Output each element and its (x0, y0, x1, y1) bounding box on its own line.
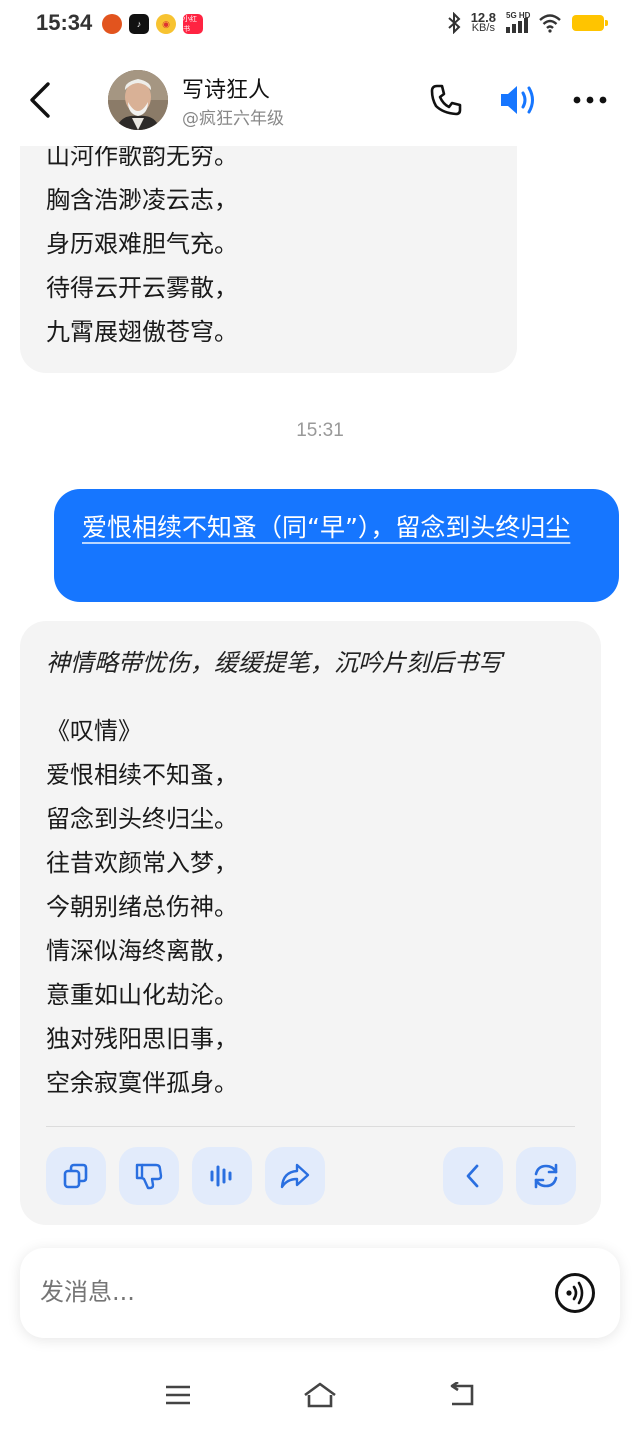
poem-line: 意重如山化劫沦。 (46, 981, 238, 1009)
status-right: 12.8 KB/s 5G HD (447, 11, 608, 34)
user-message-text: 爱恨相续不知蚤（同“早”），留念到头终归尘 (82, 513, 571, 542)
share-button[interactable] (265, 1147, 325, 1205)
weibo-icon: ◉ (156, 14, 176, 34)
previous-answer-button[interactable] (443, 1147, 503, 1205)
message-input[interactable] (40, 1278, 520, 1306)
poem-line: 九霄展翅傲苍穹。 (46, 318, 238, 346)
xiaohongshu-icon: 小红书 (183, 14, 203, 34)
net-speed: 12.8 KB/s (471, 11, 496, 34)
regenerate-button[interactable] (516, 1147, 576, 1205)
tiktok-icon: ♪ (129, 14, 149, 34)
action-divider (46, 1126, 575, 1127)
poem-line: 空余寂寞伴孤身。 (46, 1069, 238, 1097)
poem-line: 往昔欢颜常入梦， (46, 849, 238, 877)
bot-action-note: 神情略带忧伤，缓缓提笔，沉吟片刻后书写 (46, 649, 502, 677)
voice-icon (555, 1273, 595, 1313)
status-time: 15:34 (36, 10, 93, 35)
speaker-icon (501, 86, 534, 114)
voice-input-button[interactable] (554, 1272, 596, 1314)
message-timestamp: 15:31 (296, 420, 344, 441)
more-button[interactable] (570, 80, 610, 120)
bot-message-previous: 山河作歌韵无穷。 胸含浩渺凌云志， 身历艰难胆气充。 待得云开云雾散， 九霄展翅… (20, 146, 517, 373)
thumbs-down-icon (135, 1163, 163, 1190)
poem-line: 独对残阳思旧事， (46, 1025, 238, 1053)
poem-line: 待得云开云雾散， (46, 274, 238, 302)
message-composer (20, 1248, 620, 1338)
call-button[interactable] (426, 80, 466, 120)
chat-area[interactable]: 山河作歌韵无穷。 胸含浩渺凌云志， 身历艰难胆气充。 待得云开云雾散， 九霄展翅… (0, 146, 640, 1246)
chat-handle: @疯狂六年级 (182, 109, 284, 129)
back-button[interactable] (26, 78, 56, 122)
read-aloud-button[interactable] (192, 1147, 252, 1205)
home-button[interactable] (300, 1378, 340, 1412)
poem-title: 《叹情》 (46, 717, 142, 745)
signal-tag: 5G HD (506, 11, 531, 20)
back-arrow-icon (450, 1382, 474, 1406)
user-message[interactable]: 爱恨相续不知蚤（同“早”），留念到头终归尘 (54, 489, 619, 602)
share-icon (280, 1163, 310, 1189)
recent-apps-button[interactable] (158, 1378, 198, 1412)
system-nav-bar (0, 1360, 640, 1433)
menu-icon (166, 1385, 190, 1405)
status-bar: 15:34 ♪ ◉ 小红书 12.8 KB/s 5G HD (0, 0, 640, 50)
copy-button[interactable] (46, 1147, 106, 1205)
copy-icon (63, 1163, 88, 1189)
chat-header: 写诗狂人 @疯狂六年级 (0, 60, 640, 146)
chevron-left-icon (466, 1164, 479, 1188)
poem-line: 情深似海终离散， (46, 937, 238, 965)
avatar-image (108, 70, 168, 130)
chevron-left-icon (30, 82, 50, 118)
wifi-icon (539, 14, 561, 33)
phone-icon (430, 84, 462, 116)
app-notification-icon (102, 14, 122, 34)
bot-message: 神情略带忧伤，缓缓提笔，沉吟片刻后书写 《叹情》 爱恨相续不知蚤， 留念到头终归… (20, 621, 601, 1225)
home-icon (304, 1382, 336, 1408)
poem-line: 胸含浩渺凌云志， (46, 186, 238, 214)
chat-title: 写诗狂人 (182, 78, 271, 103)
battery-icon (572, 15, 608, 31)
poem-line: 身历艰难胆气充。 (46, 230, 238, 258)
sound-wave-icon (210, 1165, 232, 1187)
notification-icons: ♪ ◉ 小红书 (102, 14, 203, 34)
net-speed-unit: KB/s (471, 22, 495, 34)
signal-icon: 5G HD (506, 11, 531, 33)
more-icon (573, 96, 607, 104)
refresh-icon (534, 1163, 558, 1189)
dislike-button[interactable] (119, 1147, 179, 1205)
poem-line: 今朝别绪总伤神。 (46, 893, 238, 921)
poem-line: 山河作歌韵无穷。 (46, 146, 238, 170)
poem-line: 爱恨相续不知蚤， (46, 761, 238, 789)
avatar[interactable] (108, 70, 168, 130)
speaker-button[interactable] (498, 80, 538, 120)
back-nav-button[interactable] (442, 1378, 482, 1412)
poem-line: 留念到头终归尘。 (46, 805, 238, 833)
bluetooth-icon (448, 12, 461, 34)
